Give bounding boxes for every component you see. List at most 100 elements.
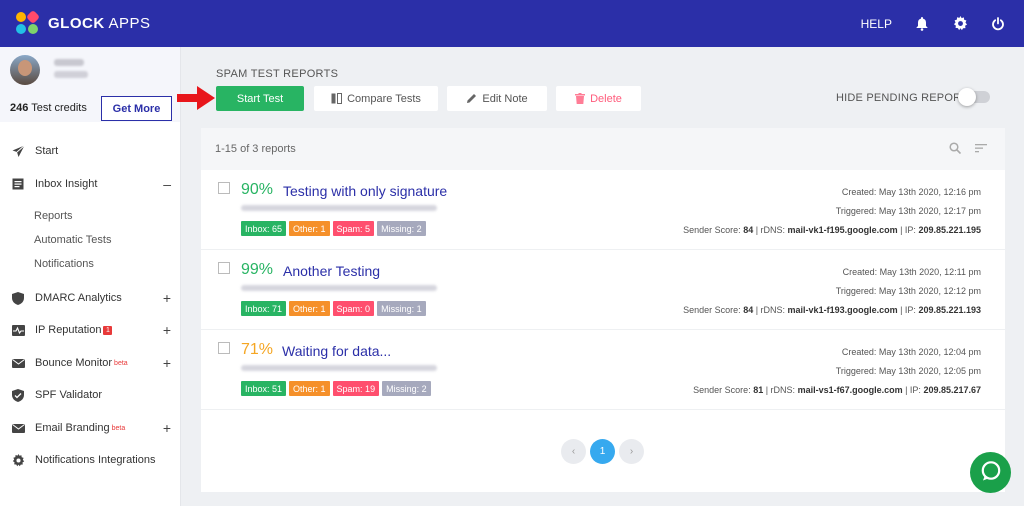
sort-icon[interactable]: [975, 142, 987, 157]
report-checkbox[interactable]: [218, 342, 230, 354]
trash-icon: [575, 93, 586, 104]
report-triggered: Triggered: May 13th 2020, 12:12 pm: [835, 286, 981, 296]
report-sender-blurred: [241, 285, 437, 291]
tag-inbox: Inbox: 71: [241, 301, 287, 316]
avatar[interactable]: [10, 55, 40, 85]
tag-other: Other: 1: [289, 221, 330, 236]
report-meta: Created: May 13th 2020, 12:11 pm Trigger…: [683, 263, 981, 320]
expand-toggle[interactable]: +: [163, 420, 171, 436]
sidebar-item-bounce-monitor[interactable]: Bounce Monitor beta +: [0, 352, 181, 374]
tag-inbox: Inbox: 65: [241, 221, 287, 236]
report-meta: Created: May 13th 2020, 12:16 pm Trigger…: [683, 183, 981, 240]
delete-button[interactable]: Delete: [556, 86, 641, 111]
search-icon[interactable]: [949, 141, 962, 157]
power-icon[interactable]: [990, 16, 1006, 32]
sidebar-item-spf-validator[interactable]: SPF Validator: [0, 384, 181, 406]
tag-missing: Missing: 2: [377, 221, 426, 236]
tag-spam: Spam: 0: [332, 301, 375, 316]
chat-bubble-icon: [980, 460, 1002, 485]
sidebar-item-label: Email Branding: [35, 422, 110, 434]
report-created: Created: May 13th 2020, 12:16 pm: [841, 187, 981, 197]
logo-text: GLOCK APPS: [48, 15, 151, 32]
columns-icon: [331, 93, 343, 104]
report-title[interactable]: Waiting for data...: [282, 343, 391, 359]
expand-toggle[interactable]: +: [163, 322, 171, 338]
expand-toggle[interactable]: +: [163, 290, 171, 306]
report-created: Created: May 13th 2020, 12:11 pm: [842, 267, 981, 277]
notification-badge: 1: [103, 325, 113, 335]
sidebar-item-label: SPF Validator: [35, 389, 103, 401]
report-meta: Created: May 13th 2020, 12:04 pm Trigger…: [693, 343, 981, 400]
report-created: Created: May 13th 2020, 12:04 pm: [841, 347, 981, 357]
expand-toggle[interactable]: +: [163, 355, 171, 371]
sidebar-item-start[interactable]: Start: [0, 140, 181, 162]
sidebar-item-label: Notifications Integrations: [35, 454, 156, 466]
profile-name-blurred: [54, 59, 84, 66]
gear-icon: [11, 453, 25, 467]
page-title: SPAM TEST REPORTS: [216, 68, 339, 80]
report-sender-blurred: [241, 365, 437, 371]
sidebar-item-inbox-insight[interactable]: Inbox Insight –: [0, 173, 181, 195]
sidebar-subitem-notifications[interactable]: Notifications: [34, 258, 94, 270]
sidebar-item-notifications-integrations[interactable]: Notifications Integrations: [0, 449, 181, 471]
next-page-button[interactable]: ›: [619, 439, 644, 464]
profile-role-blurred: [54, 71, 88, 78]
report-row[interactable]: 71% Waiting for data... Inbox: 51 Other:…: [201, 330, 1005, 410]
report-checkbox[interactable]: [218, 262, 230, 274]
sidebar-item-dmarc-analytics[interactable]: DMARC Analytics +: [0, 287, 181, 309]
page-button-current[interactable]: 1: [590, 439, 615, 464]
tag-other: Other: 1: [289, 381, 330, 396]
report-triggered: Triggered: May 13th 2020, 12:05 pm: [835, 366, 981, 376]
report-row[interactable]: 99% Another Testing Inbox: 71 Other: 1 S…: [201, 250, 1005, 330]
sidebar-item-email-branding[interactable]: Email Branding beta +: [0, 417, 181, 439]
report-row[interactable]: 90% Testing with only signature Inbox: 6…: [201, 170, 1005, 250]
report-title[interactable]: Another Testing: [283, 263, 380, 279]
help-link[interactable]: HELP: [861, 17, 892, 31]
report-title[interactable]: Testing with only signature: [283, 183, 447, 199]
start-test-button[interactable]: Start Test: [216, 86, 304, 111]
gear-icon[interactable]: [952, 16, 968, 32]
reports-count: 1-15 of 3 reports: [215, 143, 296, 155]
sidebar-item-label: Bounce Monitor: [35, 357, 113, 369]
tag-other: Other: 1: [289, 301, 330, 316]
sidebar-item-label: Start: [35, 145, 59, 157]
test-credits: 246 Test credits: [10, 102, 87, 114]
report-score: 90%: [241, 181, 274, 198]
sidebar-item-label: DMARC Analytics: [35, 292, 122, 304]
report-score: 99%: [241, 261, 274, 278]
report-sender-blurred: [241, 205, 437, 211]
sidebar-item-label: Inbox Insight: [35, 178, 98, 190]
top-bar: GLOCK APPS HELP: [0, 0, 1024, 47]
report-checkbox[interactable]: [218, 182, 230, 194]
report-score: 71%: [241, 341, 274, 358]
tag-inbox: Inbox: 51: [241, 381, 287, 396]
check-shield-icon: [11, 388, 25, 402]
hide-pending-label: HIDE PENDING REPORTS: [836, 92, 976, 104]
tag-spam: Spam: 5: [332, 221, 375, 236]
red-arrow-annotation: [177, 86, 215, 110]
sidebar-subitem-automatic-tests[interactable]: Automatic Tests: [34, 234, 111, 246]
sidebar-subitem-reports[interactable]: Reports: [34, 210, 73, 222]
pagination: ‹ 1 ›: [561, 439, 644, 464]
logo[interactable]: GLOCK APPS: [16, 9, 151, 36]
bell-icon[interactable]: [914, 16, 930, 32]
hide-pending-toggle[interactable]: [958, 88, 990, 106]
report-server-info: Sender Score: 84 | rDNS: mail-vk1-f193.g…: [683, 305, 981, 315]
inbox-insight-icon: [11, 177, 25, 191]
compare-tests-button[interactable]: Compare Tests: [314, 86, 438, 111]
collapse-toggle[interactable]: –: [163, 176, 171, 192]
prev-page-button[interactable]: ‹: [561, 439, 586, 464]
paper-plane-icon: [11, 144, 25, 158]
beta-tag: beta: [114, 359, 128, 367]
tag-missing: Missing: 2: [382, 381, 431, 396]
get-more-button[interactable]: Get More: [101, 96, 172, 121]
shield-icon: [11, 291, 25, 305]
sidebar-item-ip-reputation[interactable]: IP Reputation 1 +: [0, 319, 181, 341]
edit-note-button[interactable]: Edit Note: [447, 86, 547, 111]
tag-missing: Missing: 1: [377, 301, 426, 316]
reports-card-header: 1-15 of 3 reports: [201, 128, 1005, 170]
profile-panel: 246 Test credits Get More: [0, 47, 180, 122]
mail-icon: [11, 421, 25, 435]
chat-widget-button[interactable]: [970, 452, 1011, 493]
report-server-info: Sender Score: 84 | rDNS: mail-vk1-f195.g…: [683, 225, 981, 235]
